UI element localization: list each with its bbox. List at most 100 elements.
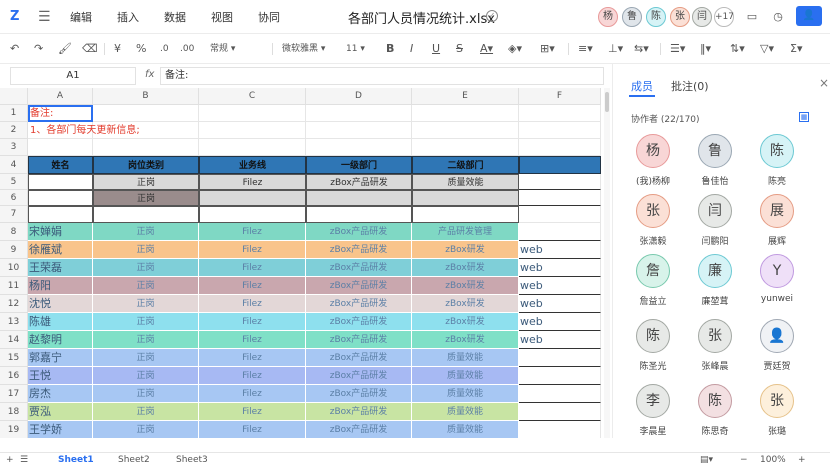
row-insert-icon[interactable]: ☰▾: [670, 42, 685, 56]
cell-C6[interactable]: [199, 190, 306, 206]
row-header[interactable]: 14: [0, 331, 28, 349]
row-header[interactable]: 9: [0, 241, 28, 259]
cell-A9[interactable]: 徐雁斌: [28, 241, 93, 259]
cell-A10[interactable]: 王荣磊: [28, 259, 93, 277]
row-header[interactable]: 18: [0, 403, 28, 421]
menu-data[interactable]: 数据: [164, 9, 186, 25]
cell-C2[interactable]: [199, 122, 306, 139]
member-item[interactable]: 张张峰晨: [691, 319, 739, 372]
row-header[interactable]: 5: [0, 174, 28, 190]
cell-E4[interactable]: 二级部门: [412, 156, 519, 174]
cell-A13[interactable]: 陈雄: [28, 313, 93, 331]
row-header[interactable]: 17: [0, 385, 28, 403]
cell-E16[interactable]: 质量效能: [412, 367, 519, 385]
cell-B6[interactable]: 正岗: [93, 190, 199, 206]
strikethrough-icon[interactable]: S: [456, 42, 463, 56]
cell-F11[interactable]: web: [519, 277, 601, 295]
row-header[interactable]: 19: [0, 421, 28, 438]
cell-D18[interactable]: zBox产品研发: [306, 403, 412, 421]
cell-F5[interactable]: [519, 174, 601, 190]
wrap-icon[interactable]: ⇆▾: [634, 42, 649, 56]
row-header[interactable]: 7: [0, 206, 28, 223]
cell-F1[interactable]: [519, 105, 601, 122]
zoom-level[interactable]: 100%: [760, 455, 786, 464]
cell-B7[interactable]: [93, 206, 199, 223]
cell-A12[interactable]: 沈悦: [28, 295, 93, 313]
cell-F13[interactable]: web: [519, 313, 601, 331]
cell-B13[interactable]: 正岗: [93, 313, 199, 331]
row-header[interactable]: 16: [0, 367, 28, 385]
cell-F4[interactable]: [519, 156, 601, 174]
more-collaborators-badge[interactable]: +17: [714, 7, 734, 27]
cell-A1[interactable]: 备注:: [28, 105, 93, 122]
sum-icon[interactable]: Σ▾: [790, 42, 802, 56]
cell-C19[interactable]: Filez: [199, 421, 306, 438]
cell-E3[interactable]: [412, 139, 519, 156]
hamburger-menu-icon[interactable]: ☰: [38, 9, 51, 25]
cell-A11[interactable]: 杨阳: [28, 277, 93, 295]
cell-D5[interactable]: zBox产品研发: [306, 174, 412, 190]
cell-E5[interactable]: 质量效能: [412, 174, 519, 190]
cell-B14[interactable]: 正岗: [93, 331, 199, 349]
bold-icon[interactable]: B: [386, 42, 394, 56]
cell-F3[interactable]: [519, 139, 601, 156]
font-size-select[interactable]: 11 ▾: [346, 41, 376, 57]
undo-icon[interactable]: ↶: [10, 42, 19, 56]
cell-B5[interactable]: 正岗: [93, 174, 199, 190]
cell-F6[interactable]: [519, 190, 601, 206]
cell-D8[interactable]: zBox产品研发: [306, 223, 412, 241]
cell-C7[interactable]: [199, 206, 306, 223]
cell-B11[interactable]: 正岗: [93, 277, 199, 295]
cell-C12[interactable]: Filez: [199, 295, 306, 313]
cell-A2[interactable]: 1、各部门每天更新信息;: [28, 122, 140, 139]
menu-edit[interactable]: 编辑: [70, 9, 92, 25]
menu-collab[interactable]: 协同: [258, 9, 280, 25]
cell-E10[interactable]: zBox研发: [412, 259, 519, 277]
cell-D9[interactable]: zBox产品研发: [306, 241, 412, 259]
column-header[interactable]: F: [519, 88, 601, 105]
member-item[interactable]: 陈陈思奇: [691, 384, 739, 437]
cell-C5[interactable]: Filez: [199, 174, 306, 190]
member-item[interactable]: 张张璐: [753, 384, 801, 437]
sheet-tab-1[interactable]: Sheet1: [58, 455, 94, 464]
format-painter-icon[interactable]: 🖌: [58, 42, 72, 56]
cell-D13[interactable]: zBox产品研发: [306, 313, 412, 331]
collaborator-avatar[interactable]: 杨: [598, 7, 618, 27]
borders-icon[interactable]: ⊞▾: [540, 42, 555, 56]
view-mode-icon[interactable]: ▤▾: [700, 455, 713, 464]
fill-color-icon[interactable]: ◈▾: [508, 42, 522, 56]
tab-comments[interactable]: 批注(0): [671, 78, 709, 94]
cell-D7[interactable]: [306, 206, 412, 223]
row-header[interactable]: 11: [0, 277, 28, 295]
cell-E17[interactable]: 质量效能: [412, 385, 519, 403]
cell-A19[interactable]: 王学娇: [28, 421, 93, 438]
row-header[interactable]: 12: [0, 295, 28, 313]
cell-A16[interactable]: 王悦: [28, 367, 93, 385]
select-all-corner[interactable]: [0, 88, 28, 105]
cell-B8[interactable]: 正岗: [93, 223, 199, 241]
cell-B15[interactable]: 正岗: [93, 349, 199, 367]
cell-A17[interactable]: 房杰: [28, 385, 93, 403]
cell-E12[interactable]: zBox研发: [412, 295, 519, 313]
decimal-increase-icon[interactable]: .00: [180, 42, 194, 56]
cell-reference-box[interactable]: A1: [10, 67, 136, 85]
collaborator-avatar[interactable]: 闫: [692, 7, 712, 27]
member-item[interactable]: 陈陈亮: [753, 134, 801, 187]
row-header[interactable]: 1: [0, 105, 28, 122]
cell-F2[interactable]: [519, 122, 601, 139]
cell-F16[interactable]: [519, 367, 601, 385]
font-color-icon[interactable]: A▾: [480, 42, 493, 56]
vertical-scrollbar[interactable]: [604, 88, 610, 438]
row-header[interactable]: 3: [0, 139, 28, 156]
cell-B18[interactable]: 正岗: [93, 403, 199, 421]
cell-D19[interactable]: zBox产品研发: [306, 421, 412, 438]
cell-C9[interactable]: Filez: [199, 241, 306, 259]
cell-E8[interactable]: 产品研发管理: [412, 223, 519, 241]
cell-A4[interactable]: 姓名: [28, 156, 93, 174]
cell-E2[interactable]: [412, 122, 519, 139]
sort-icon[interactable]: ⇅▾: [730, 42, 745, 56]
row-header[interactable]: 2: [0, 122, 28, 139]
member-item[interactable]: Yyunwei: [753, 254, 801, 304]
font-family-select[interactable]: 微软雅黑 ▾: [282, 41, 332, 57]
filter-icon[interactable]: ▽▾: [760, 42, 774, 56]
